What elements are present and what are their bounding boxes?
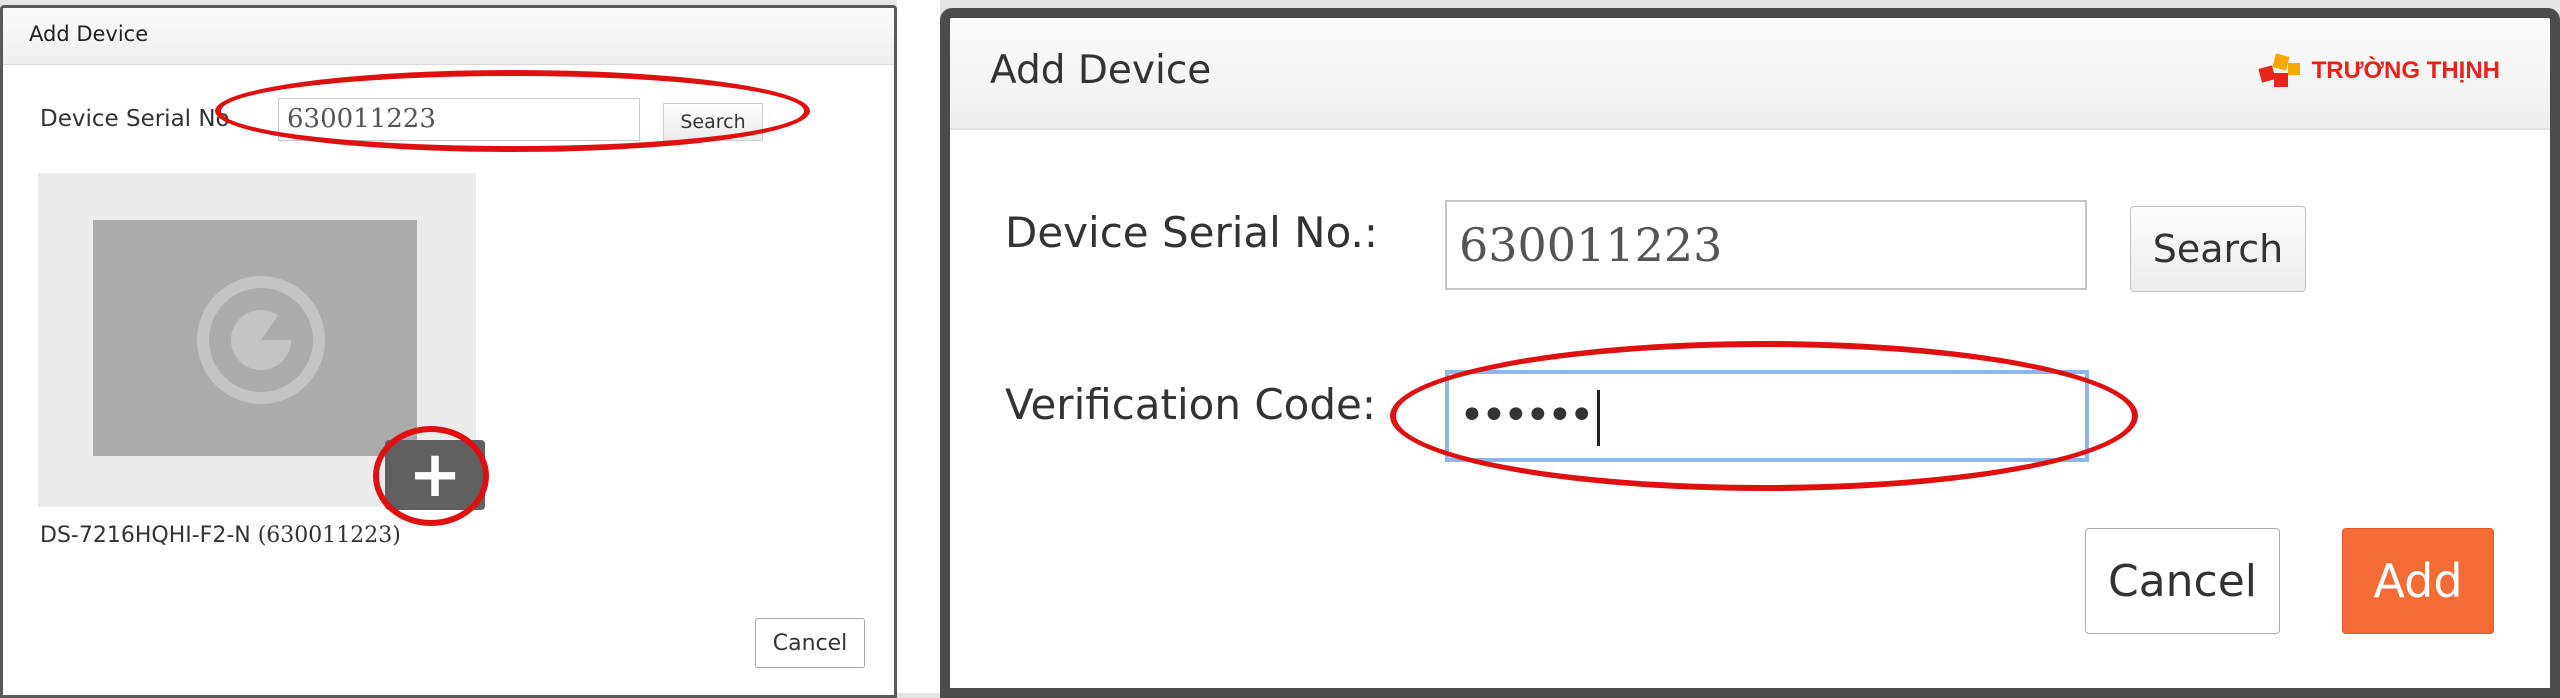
add-button-label: Add (2373, 554, 2463, 608)
add-device-dialog-verify: Add Device TRƯỜNG THỊNH Device Serial No… (940, 8, 2560, 698)
add-button[interactable]: Add (2342, 528, 2494, 634)
device-serial: (630011223) (257, 523, 401, 548)
cancel-button[interactable]: Cancel (2085, 528, 2280, 634)
dialog-header: Add Device TRƯỜNG THỊNH (950, 18, 2550, 130)
search-button[interactable]: Search (2130, 206, 2306, 292)
serial-input-value: 630011223 (1459, 218, 1723, 272)
serial-label: Device Serial No.: (1005, 208, 1379, 257)
device-placeholder-icon (197, 276, 325, 404)
brand-name: TRƯỜNG THỊNH (2311, 57, 2500, 84)
dialog-header: Add Device (3, 8, 894, 65)
dialog-title: Add Device (990, 48, 1212, 93)
serial-input-value: 630011223 (287, 104, 436, 134)
add-device-dialog-search: Add Device Device Serial No 630011223 Se… (0, 5, 897, 698)
device-thumbnail (93, 220, 417, 456)
brand-logo: TRƯỜNG THỊNH (2258, 46, 2500, 96)
serial-input[interactable]: 630011223 (1445, 200, 2087, 290)
panel-separator (897, 0, 940, 693)
cancel-button-label: Cancel (2107, 555, 2258, 607)
device-info: DS-7216HQHI-F2-N (630011223) (40, 523, 401, 548)
add-device-button[interactable]: + (385, 440, 485, 510)
text-cursor (1596, 390, 1600, 446)
verification-code-label: Verification Code: (1005, 380, 1377, 429)
verification-code-value: •••••• (1459, 390, 1595, 441)
search-button[interactable]: Search (663, 103, 763, 141)
dialog-title: Add Device (29, 22, 149, 46)
search-button-label: Search (680, 111, 746, 133)
verification-code-input[interactable]: •••••• (1445, 370, 2089, 462)
cancel-button-label: Cancel (772, 630, 848, 656)
search-button-label: Search (2152, 227, 2284, 271)
brand-logo-icon (2258, 53, 2300, 87)
cancel-button[interactable]: Cancel (755, 618, 865, 668)
serial-label: Device Serial No (40, 106, 230, 132)
device-model: DS-7216HQHI-F2-N (40, 523, 251, 548)
plus-icon: + (408, 438, 462, 512)
serial-input[interactable]: 630011223 (278, 98, 640, 141)
